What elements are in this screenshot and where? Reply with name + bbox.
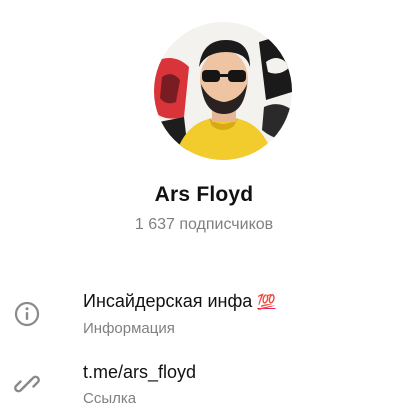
hundred-points-icon: 💯: [257, 294, 276, 311]
link-label: Ссылка: [83, 390, 137, 407]
info-row[interactable]: Инсайдерская инфа 💯 Информация: [0, 287, 408, 343]
info-label: Информация: [83, 320, 175, 337]
info-value: Инсайдерская инфа 💯: [83, 291, 276, 312]
link-row[interactable]: t.me/ars_floyd Ссылка: [0, 358, 408, 414]
link-icon: [14, 375, 40, 393]
avatar-illustration: [154, 22, 292, 160]
subscriber-count: 1 637 подписчиков: [134, 216, 274, 233]
info-icon: [14, 301, 40, 327]
link-value[interactable]: t.me/ars_floyd: [83, 362, 196, 383]
info-text: Инсайдерская инфа: [83, 291, 253, 311]
channel-name: Ars Floyd: [154, 183, 254, 206]
channel-avatar[interactable]: [154, 22, 292, 160]
